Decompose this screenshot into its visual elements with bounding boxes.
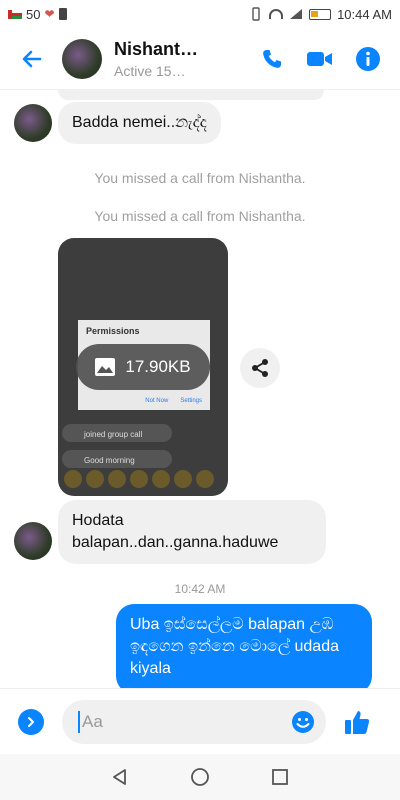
share-icon (252, 359, 268, 377)
share-button[interactable] (240, 348, 280, 388)
contact-avatar[interactable] (62, 38, 102, 79)
active-status: Active 15… (114, 62, 186, 79)
triangle-back-icon (113, 769, 126, 785)
sender-avatar[interactable] (14, 522, 52, 560)
thumbs-up-icon (345, 710, 370, 734)
preview-buttons: Not Now Settings (145, 398, 202, 404)
missed-call-notice[interactable]: You missed a call from Nishantha. (0, 208, 400, 224)
clock: 10:44 AM (337, 6, 392, 22)
preview-emoji-row (64, 470, 214, 488)
image-icon (95, 358, 116, 376)
message-composer: Aa (0, 688, 400, 754)
chevron-right-icon (28, 716, 34, 727)
smiley-icon (292, 710, 314, 733)
square-recents-icon (272, 769, 288, 785)
cell-signal-icon (290, 9, 303, 19)
image-size-pill[interactable]: 17.90KB (76, 344, 210, 390)
emoji-dot (130, 470, 148, 488)
expand-actions-button[interactable] (18, 708, 44, 735)
contact-title-block[interactable]: Nishant… Active 15… (114, 39, 248, 79)
preview-button-left: Not Now (145, 398, 169, 404)
back-button[interactable] (8, 35, 56, 83)
contact-name: Nishant… (114, 38, 199, 59)
preview-row-text: joined group call (84, 430, 143, 439)
video-camera-icon (307, 51, 332, 66)
image-attachment[interactable]: Permissions Not Now Settings joined grou… (58, 238, 228, 496)
status-right: 10:44 AM (249, 7, 392, 22)
nav-back-button[interactable] (100, 757, 140, 797)
arrow-left-icon (22, 50, 42, 67)
wifi-icon (269, 9, 284, 19)
vibrate-icon (252, 7, 260, 21)
incoming-message[interactable]: Hodata balapan..dan..ganna.haduwe (58, 500, 326, 564)
message-input-placeholder: Aa (82, 711, 103, 731)
message-input[interactable]: Aa (62, 699, 326, 744)
nav-home-button[interactable] (180, 757, 220, 797)
preview-row: joined group call (62, 424, 172, 442)
video-call-button[interactable] (296, 35, 344, 83)
preview-title: Permissions (86, 326, 140, 336)
alert-icon (58, 8, 67, 20)
sender-avatar[interactable] (14, 104, 52, 142)
info-button[interactable] (344, 35, 392, 83)
conversation-header: Nishant… Active 15… (0, 28, 400, 90)
previous-message-bubble (58, 90, 324, 100)
preview-row-text: Good morning (84, 456, 135, 465)
heart-icon: ❤ (44, 7, 55, 21)
nav-recents-button[interactable] (260, 757, 300, 797)
message-line: Hodata (72, 512, 124, 529)
circle-home-icon (191, 768, 209, 786)
preview-row: Good morning (62, 450, 172, 468)
flag-icon (8, 9, 22, 19)
emoji-dot (64, 470, 82, 488)
outgoing-message[interactable]: Uba ඉස්සෙල්ලම balapan උඹ ඉඳගෙන ඉන්නෙ මොල… (116, 604, 372, 688)
image-size: 17.90KB (125, 357, 191, 376)
emoji-dot (174, 470, 192, 488)
voice-call-button[interactable] (248, 35, 296, 83)
message-line: balapan..dan..ganna.haduwe (72, 534, 279, 551)
info-icon (356, 46, 380, 71)
status-left: 50 ❤ (8, 7, 67, 22)
emoji-button[interactable] (290, 709, 316, 735)
system-navigation-bar (0, 754, 400, 800)
like-button[interactable] (342, 707, 372, 737)
preview-button-right: Settings (180, 398, 202, 404)
message-timestamp: 10:42 AM (174, 582, 226, 596)
emoji-dot (196, 470, 214, 488)
incoming-message[interactable]: Badda nemei..නැද්ද (58, 102, 221, 144)
signal-count: 50 (26, 6, 41, 22)
emoji-dot (108, 470, 126, 488)
emoji-dot (152, 470, 170, 488)
missed-call-notice[interactable]: You missed a call from Nishantha. (0, 170, 400, 186)
emoji-dot (86, 470, 104, 488)
text-caret (78, 710, 80, 733)
status-bar: 50 ❤ 10:44 AM (0, 0, 400, 28)
message-list[interactable]: Badda nemei..නැද්ද You missed a call fro… (0, 90, 400, 688)
battery-icon (309, 8, 332, 20)
phone-icon (263, 49, 281, 68)
